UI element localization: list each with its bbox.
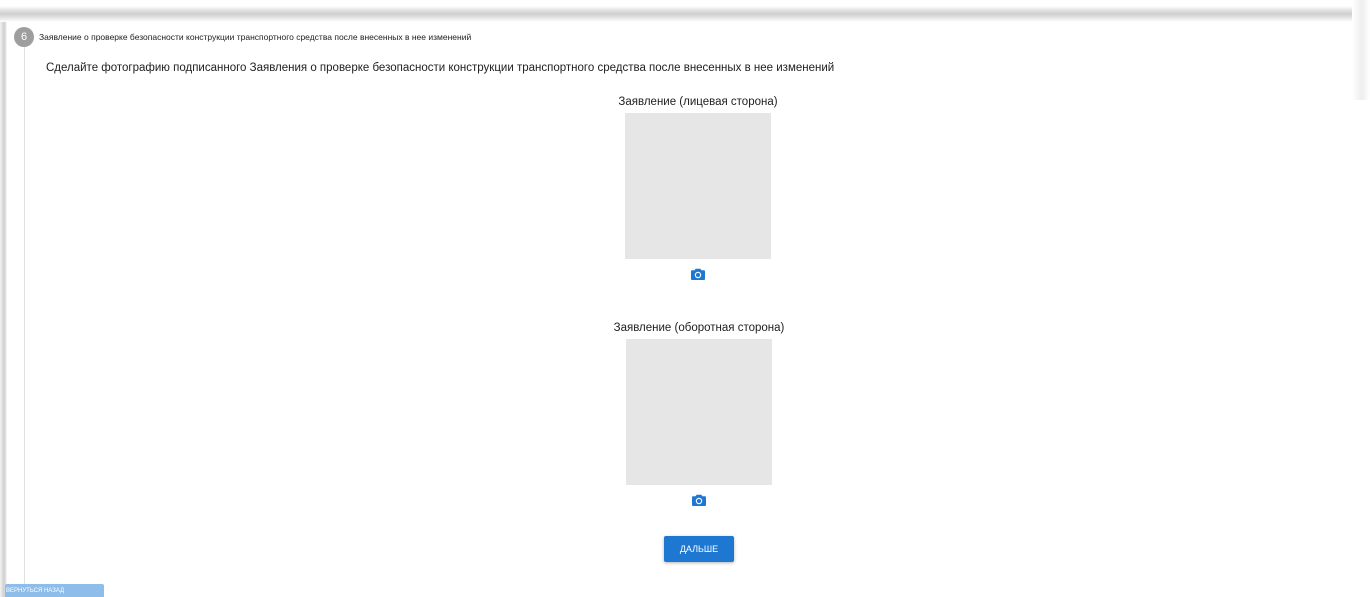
next-button[interactable]: ДАЛЬШЕ — [664, 536, 734, 562]
camera-icon[interactable] — [692, 494, 706, 506]
top-shadow — [0, 0, 1370, 22]
step-number-badge: 6 — [14, 27, 34, 47]
back-button[interactable]: ВЕРНУТЬСЯ НАЗАД — [5, 584, 104, 597]
document-back-label: Заявление (оборотная сторона) — [613, 322, 785, 334]
step-title: Заявление о проверке безопасности констр… — [39, 32, 472, 42]
camera-icon[interactable] — [691, 268, 705, 280]
document-front-label: Заявление (лицевая сторона) — [618, 96, 778, 108]
instruction-text: Сделайте фотографию подписанного Заявлен… — [46, 62, 835, 74]
document-front-photo-placeholder — [625, 113, 771, 259]
document-back: Заявление (оборотная сторона) — [579, 322, 819, 506]
document-front: Заявление (лицевая сторона) — [578, 96, 818, 280]
document-back-photo-placeholder — [626, 339, 772, 485]
step-header: 6 Заявление о проверке безопасности конс… — [14, 27, 471, 47]
right-shadow — [1352, 0, 1370, 100]
left-shadow — [0, 22, 7, 597]
page: 6 Заявление о проверке безопасности конс… — [0, 0, 1370, 597]
step-connector-line — [24, 47, 25, 597]
